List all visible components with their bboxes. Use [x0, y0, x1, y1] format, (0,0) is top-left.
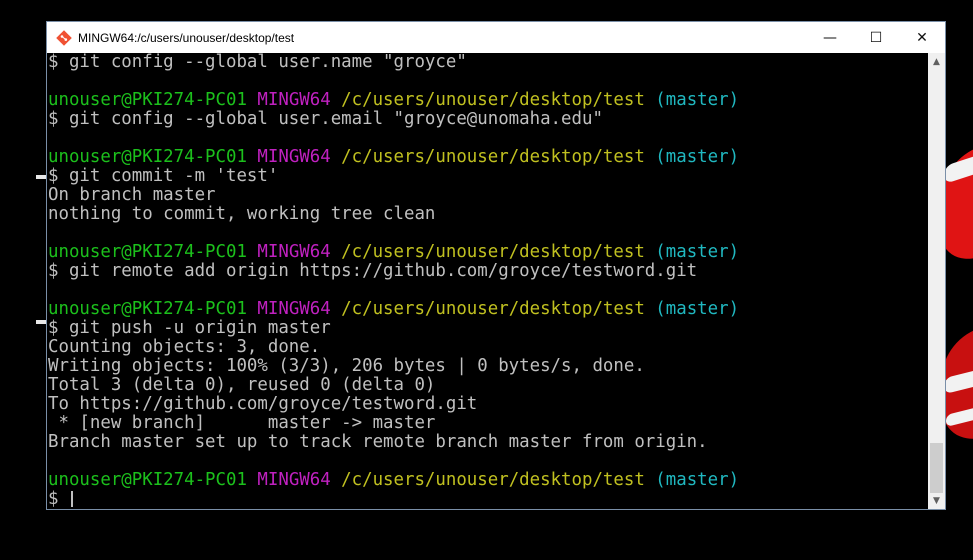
- terminal-text-segment: To https://github.com/groyce/testword.gi…: [48, 394, 478, 414]
- terminal-text-segment: /c/users/unouser/desktop/test: [341, 299, 656, 319]
- scroll-up-icon[interactable]: ▲: [928, 53, 945, 70]
- terminal-text-segment: $: [48, 489, 69, 509]
- terminal-text-segment: $ git config --global user.email "groyce…: [48, 109, 603, 129]
- maximize-button[interactable]: ☐: [853, 22, 899, 53]
- vertical-scrollbar[interactable]: ▲ ▼: [928, 53, 945, 509]
- terminal-text-segment: (master): [655, 242, 740, 262]
- terminal-text-segment: MINGW64: [257, 147, 342, 167]
- text-cursor: [70, 491, 73, 507]
- close-button[interactable]: ✕: [899, 22, 945, 53]
- desktop-wallpaper-shape: [944, 365, 973, 395]
- desktop-wallpaper-shape: [946, 405, 973, 427]
- terminal-line: $ git config --global user.name "groyce": [48, 53, 929, 72]
- terminal-line: $: [48, 490, 929, 509]
- git-bash-icon: [56, 29, 72, 46]
- minimize-icon: —: [823, 29, 837, 46]
- terminal-text-segment: MINGW64: [257, 470, 342, 490]
- terminal-text-segment: /c/users/unouser/desktop/test: [341, 242, 656, 262]
- terminal-text-segment: nothing to commit, working tree clean: [48, 204, 436, 224]
- terminal-line: unouser@PKI274-PC01 MINGW64 /c/users/uno…: [48, 300, 929, 319]
- terminal-text-segment: MINGW64: [257, 90, 342, 110]
- terminal-text-segment: unouser@PKI274-PC01: [48, 90, 258, 110]
- terminal-text-segment: $ git config --global user.name "groyce": [48, 53, 467, 72]
- terminal-line: To https://github.com/groyce/testword.gi…: [48, 395, 929, 414]
- minimize-button[interactable]: —: [807, 22, 853, 53]
- terminal-line: Total 3 (delta 0), reused 0 (delta 0): [48, 376, 929, 395]
- window-title: MINGW64:/c/users/unouser/desktop/test: [78, 30, 295, 45]
- terminal-line: $ git remote add origin https://github.c…: [48, 262, 929, 281]
- terminal-text-segment: unouser@PKI274-PC01: [48, 147, 258, 167]
- close-icon: ✕: [916, 29, 928, 46]
- terminal-text-segment: /c/users/unouser/desktop/test: [341, 90, 656, 110]
- terminal-text-segment: Counting objects: 3, done.: [48, 337, 321, 357]
- terminal-line: unouser@PKI274-PC01 MINGW64 /c/users/uno…: [48, 148, 929, 167]
- terminal-text-segment: MINGW64: [257, 242, 342, 262]
- terminal-line: unouser@PKI274-PC01 MINGW64 /c/users/uno…: [48, 471, 929, 490]
- terminal-output[interactable]: $ git config --global user.name "groyce"…: [47, 53, 929, 509]
- terminal-text-segment: (master): [655, 147, 740, 167]
- terminal-line: nothing to commit, working tree clean: [48, 205, 929, 224]
- terminal-line: unouser@PKI274-PC01 MINGW64 /c/users/uno…: [48, 243, 929, 262]
- terminal-line: On branch master: [48, 186, 929, 205]
- terminal-text-segment: Total 3 (delta 0), reused 0 (delta 0): [48, 375, 436, 395]
- terminal-line: $ git push -u origin master: [48, 319, 929, 338]
- terminal-text-segment: unouser@PKI274-PC01: [48, 242, 258, 262]
- title-bar[interactable]: MINGW64:/c/users/unouser/desktop/test — …: [47, 22, 945, 53]
- terminal-line: Branch master set up to track remote bra…: [48, 433, 929, 452]
- terminal-line: Writing objects: 100% (3/3), 206 bytes |…: [48, 357, 929, 376]
- terminal-text-segment: unouser@PKI274-PC01: [48, 470, 258, 490]
- desktop-wallpaper-shape: [944, 149, 973, 185]
- terminal-text-segment: (master): [655, 90, 740, 110]
- terminal-text-segment: (master): [655, 470, 740, 490]
- scroll-thumb[interactable]: [930, 443, 943, 493]
- terminal-line: unouser@PKI274-PC01 MINGW64 /c/users/uno…: [48, 91, 929, 110]
- terminal-text-segment: $ git remote add origin https://github.c…: [48, 261, 698, 281]
- terminal-text-segment: Writing objects: 100% (3/3), 206 bytes |…: [48, 356, 645, 376]
- terminal-text-segment: $ git push -u origin master: [48, 318, 331, 338]
- scroll-down-icon[interactable]: ▼: [928, 492, 945, 509]
- terminal-line: $ git commit -m 'test': [48, 167, 929, 186]
- terminal-text-segment: Branch master set up to track remote bra…: [48, 432, 708, 452]
- desktop-wallpaper-shape: [942, 322, 973, 448]
- terminal-line: $ git config --global user.email "groyce…: [48, 110, 929, 129]
- maximize-icon: ☐: [869, 29, 883, 46]
- terminal-text-segment: /c/users/unouser/desktop/test: [341, 470, 656, 490]
- terminal-line: * [new branch] master -> master: [48, 414, 929, 433]
- terminal-text-segment: /c/users/unouser/desktop/test: [341, 147, 656, 167]
- terminal-line: Counting objects: 3, done.: [48, 338, 929, 357]
- terminal-window[interactable]: MINGW64:/c/users/unouser/desktop/test — …: [46, 21, 946, 510]
- terminal-text-segment: * [new branch] master -> master: [48, 413, 436, 433]
- terminal-text-segment: $ git commit -m 'test': [48, 166, 279, 186]
- terminal-text-segment: MINGW64: [257, 299, 342, 319]
- terminal-text-segment: unouser@PKI274-PC01: [48, 299, 258, 319]
- terminal-text-segment: (master): [655, 299, 740, 319]
- terminal-text-segment: On branch master: [48, 185, 216, 205]
